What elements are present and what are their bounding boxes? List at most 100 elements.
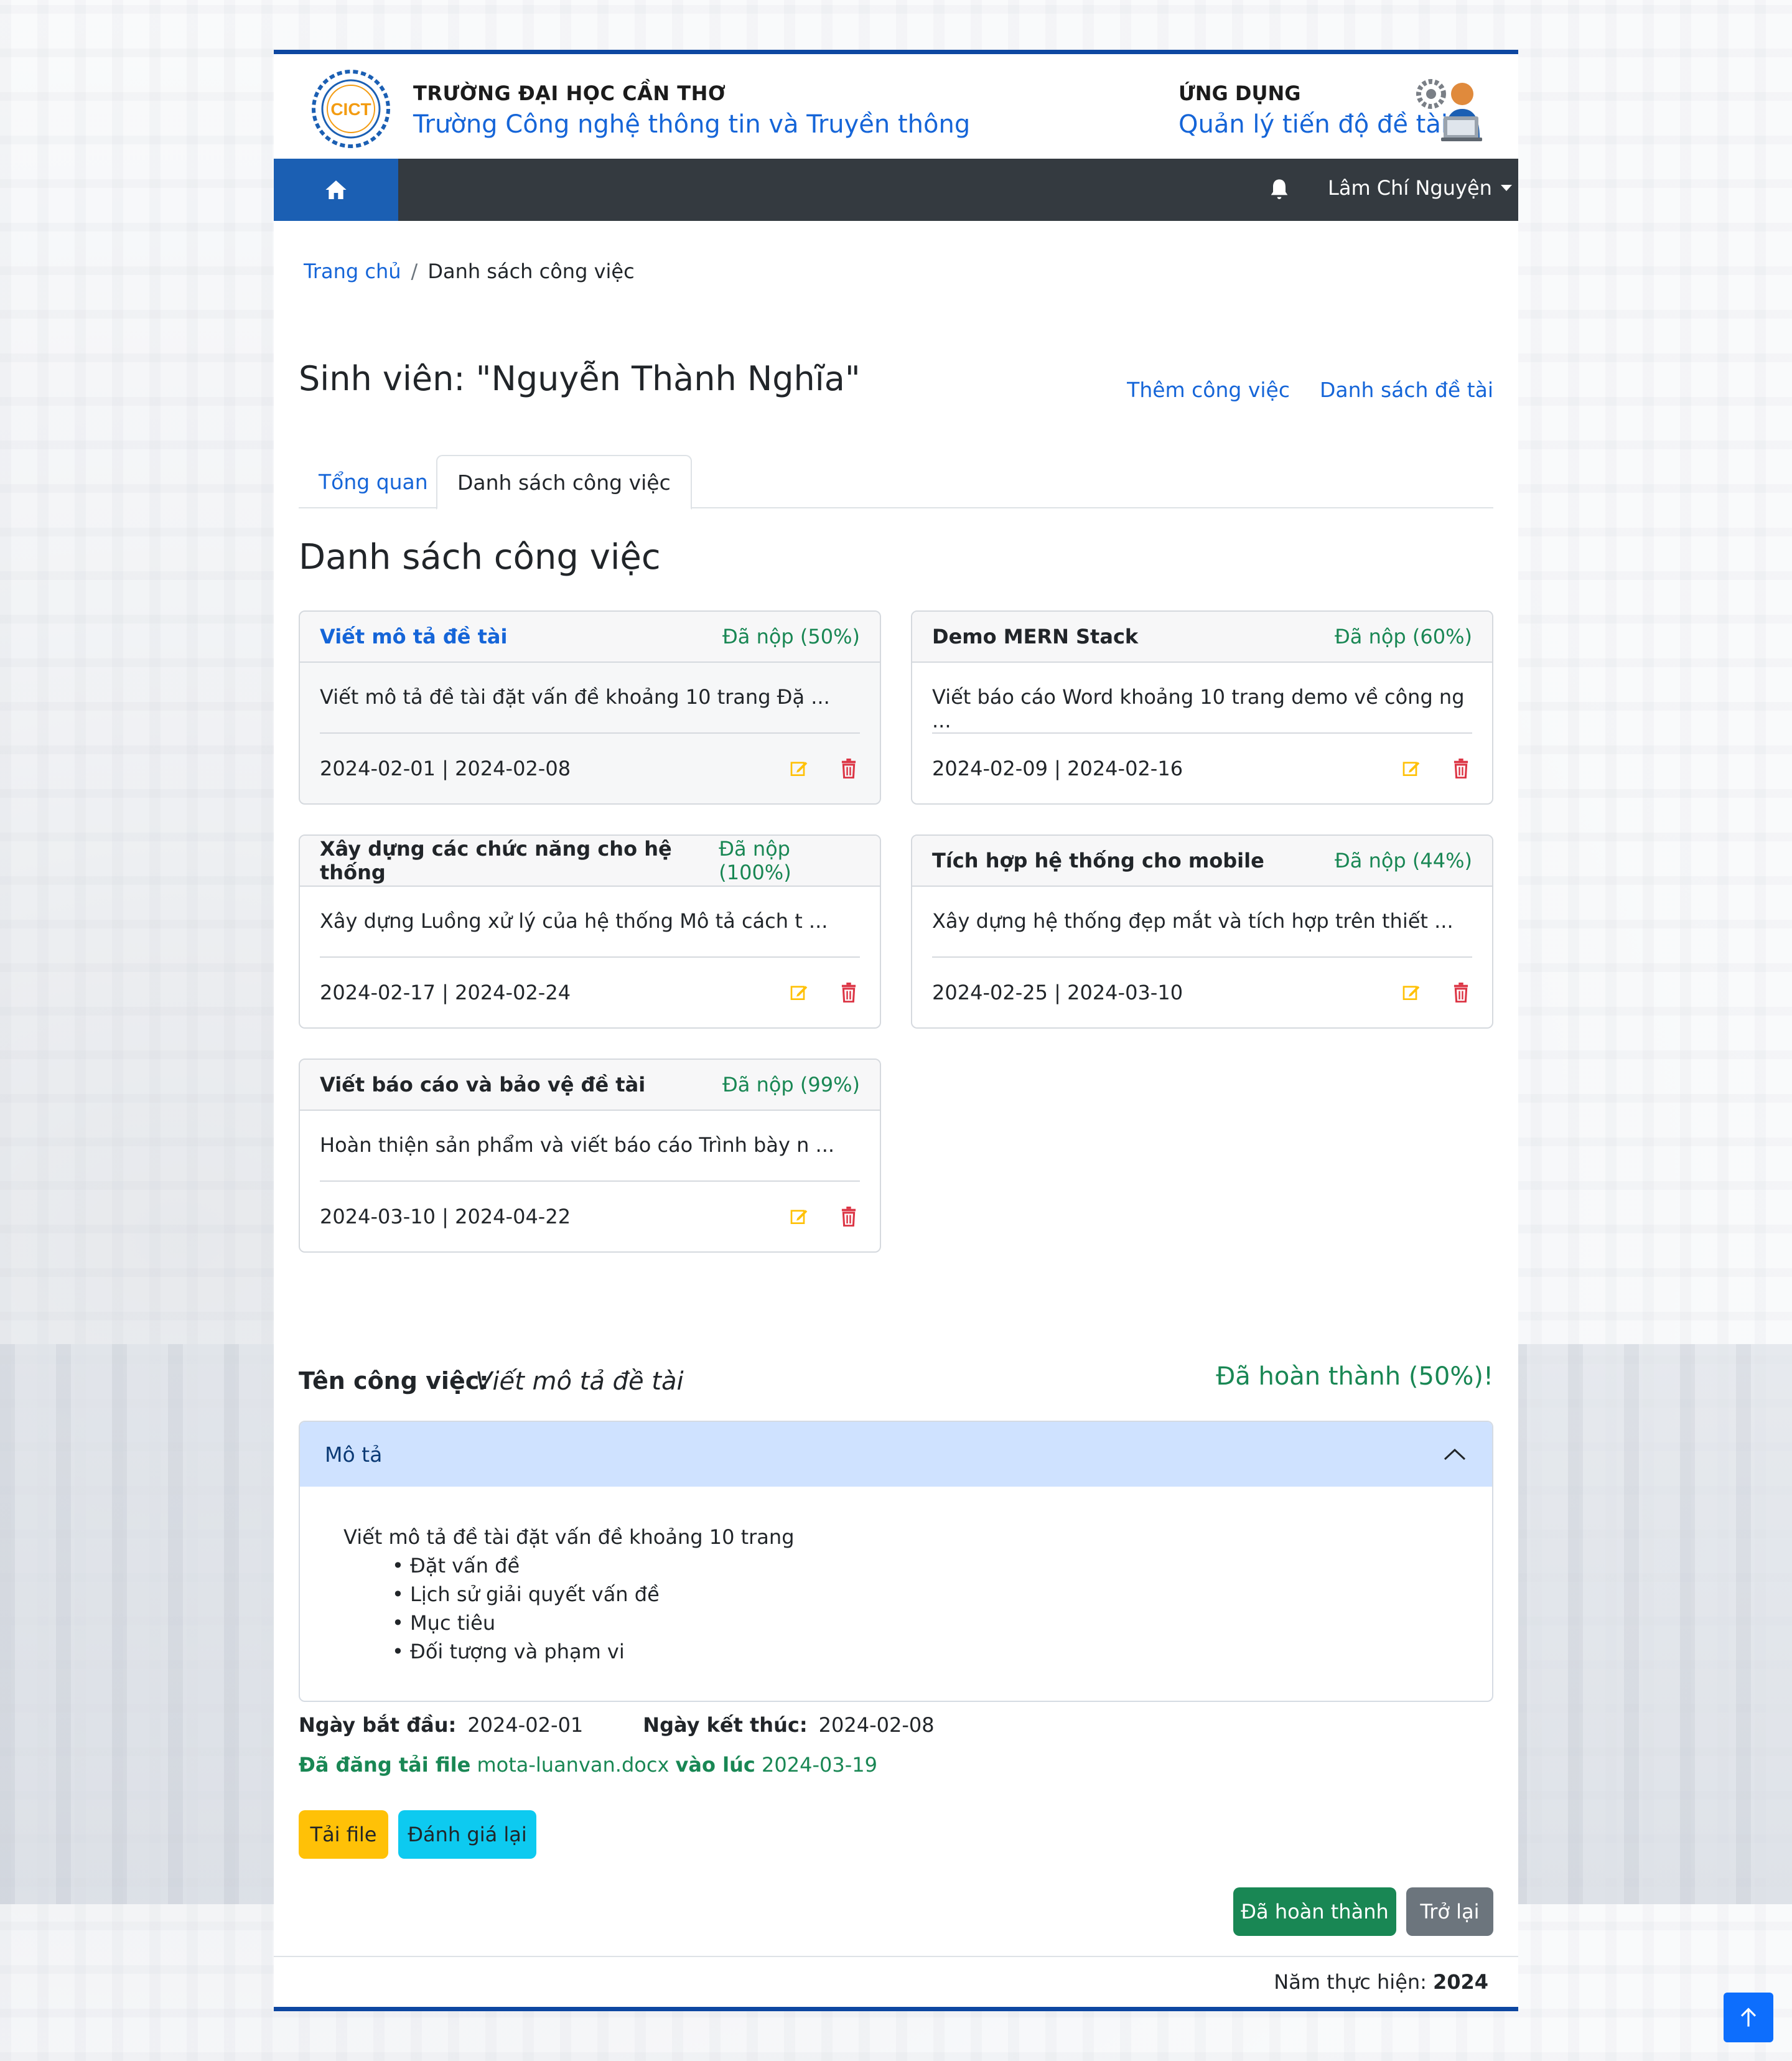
breadcrumb-home-link[interactable]: Trang chủ (304, 259, 401, 283)
tab-overview[interactable]: Tổng quan (299, 455, 448, 508)
tab-task-list[interactable]: Danh sách công việc (436, 455, 692, 510)
top-navbar: Lâm Chí Nguyện (274, 159, 1518, 221)
task-card-header: Xây dựng các chức năng cho hệ thống Đã n… (300, 836, 880, 887)
breadcrumb-current: Danh sách công việc (427, 259, 635, 283)
task-card[interactable]: Viết báo cáo và bảo vệ đề tài Đã nộp (99… (299, 1059, 881, 1253)
cict-logo: CICT (312, 70, 390, 148)
caret-down-icon (1500, 185, 1512, 191)
breadcrumb: Trang chủ / Danh sách công việc (304, 259, 635, 283)
back-button[interactable]: Trở lại (1406, 1887, 1493, 1936)
list-item: Lịch sử giải quyết vấn đề (392, 1580, 1449, 1609)
logo-text: CICT (330, 100, 371, 119)
task-description: Viết mô tả đề tài đặt vấn đề khoảng 10 t… (320, 685, 830, 709)
app-title: Quản lý tiến độ đề tài (1178, 110, 1448, 139)
task-description: Xây dựng Luồng xử lý của hệ thống Mô tả … (320, 909, 828, 933)
breadcrumb-separator: / (411, 259, 418, 283)
task-title[interactable]: Tích hợp hệ thống cho mobile (932, 849, 1264, 872)
accordion-title: Mô tả (325, 1442, 383, 1467)
task-title[interactable]: Demo MERN Stack (932, 625, 1138, 648)
task-name-label: Tên công việc: (299, 1367, 489, 1395)
edit-icon[interactable] (788, 981, 810, 1004)
section-title: Danh sách công việc (299, 537, 661, 577)
task-title[interactable]: Xây dựng các chức năng cho hệ thống (320, 837, 719, 884)
trash-icon[interactable] (838, 1205, 860, 1228)
trash-icon[interactable] (1450, 757, 1472, 780)
task-card-header: Viết báo cáo và bảo vệ đề tài Đã nộp (99… (300, 1060, 880, 1111)
list-item: Đối tượng và phạm vi (392, 1637, 1449, 1666)
task-description: Xây dựng hệ thống đẹp mắt và tích hợp tr… (932, 909, 1454, 933)
task-description: Hoàn thiện sản phẩm và viết báo cáo Trìn… (320, 1133, 835, 1157)
description-intro: Viết mô tả đề tài đặt vấn đề khoảng 10 t… (343, 1525, 795, 1549)
page-title: Sinh viên: "Nguyễn Thành Nghĩa" (299, 359, 861, 398)
chevron-up-icon (1444, 1448, 1466, 1460)
download-file-button[interactable]: Tải file (299, 1810, 388, 1859)
trash-icon[interactable] (838, 757, 860, 780)
start-date-value: 2024-02-01 (467, 1713, 584, 1737)
task-title[interactable]: Viết mô tả đề tài (320, 625, 507, 648)
page-footer: Năm thực hiện: 2024 (274, 1956, 1518, 2007)
user-menu-dropdown[interactable]: Lâm Chí Nguyện (1328, 176, 1512, 200)
scroll-to-top-button[interactable] (1724, 1993, 1773, 2042)
start-date-label: Ngày bắt đầu: (299, 1713, 457, 1737)
task-status: Đã nộp (50%) (722, 625, 860, 648)
task-status: Đã nộp (100%) (719, 837, 791, 884)
trash-icon[interactable] (1450, 981, 1472, 1004)
upload-prefix: Đã đăng tải file (299, 1753, 471, 1777)
app-label: ỨNG DỤNG (1178, 82, 1301, 105)
task-actions (788, 757, 860, 780)
task-status: Đã nộp (44%) (1334, 849, 1472, 872)
edit-icon[interactable] (788, 1205, 810, 1228)
task-card-header: Tích hợp hệ thống cho mobile Đã nộp (44%… (912, 836, 1492, 887)
task-title[interactable]: Viết báo cáo và bảo vệ đề tài (320, 1073, 645, 1096)
task-actions (1400, 757, 1472, 780)
task-card-footer: 2024-03-10 | 2024-04-22 (300, 1182, 880, 1251)
task-card-footer: 2024-02-09 | 2024-02-16 (912, 734, 1492, 803)
description-list: Đặt vấn đề Lịch sử giải quyết vấn đề Mục… (392, 1551, 1449, 1666)
edit-icon[interactable] (1400, 981, 1422, 1004)
task-card[interactable]: Tích hợp hệ thống cho mobile Đã nộp (44%… (911, 834, 1493, 1029)
app-name: ỨNG DỤNG Quản lý tiến độ đề tài (1178, 82, 1448, 139)
task-actions (788, 1205, 860, 1228)
complete-button[interactable]: Đã hoàn thành (1233, 1887, 1396, 1936)
task-status: Đã nộp (99%) (722, 1073, 860, 1096)
home-button[interactable] (274, 159, 398, 221)
task-description: Viết báo cáo Word khoảng 10 trang demo v… (932, 685, 1465, 732)
upload-mid: vào lúc (675, 1753, 755, 1777)
task-card[interactable]: Demo MERN Stack Đã nộp (60%) Viết báo cá… (911, 610, 1493, 805)
footer-year: 2024 (1432, 1970, 1488, 1994)
gear-user-laptop-icon (1416, 79, 1482, 141)
task-dates: 2024-02-09 | 2024-02-16 (932, 757, 1183, 780)
accordion-header[interactable]: Mô tả (300, 1422, 1492, 1487)
bell-icon[interactable] (1267, 177, 1292, 202)
description-accordion: Mô tả Viết mô tả đề tài đặt vấn đề khoản… (299, 1421, 1493, 1702)
add-task-link[interactable]: Thêm công việc (1127, 378, 1290, 402)
footer-label: Năm thực hiện: (1274, 1970, 1427, 1994)
edit-icon[interactable] (788, 757, 810, 780)
task-card-header: Demo MERN Stack Đã nộp (60%) (912, 612, 1492, 663)
task-dates-row: Ngày bắt đầu: 2024-02-01 Ngày kết thúc: … (299, 1713, 935, 1737)
task-dates: 2024-02-25 | 2024-03-10 (932, 981, 1183, 1004)
page-container: CICT TRƯỜNG ĐẠI HỌC CẦN THƠ Trường Công … (274, 50, 1518, 2011)
task-card[interactable]: Viết mô tả đề tài Đã nộp (50%) Viết mô t… (299, 610, 881, 805)
task-actions (788, 981, 860, 1004)
end-date-label: Ngày kết thúc: (643, 1713, 808, 1737)
edit-icon[interactable] (1400, 757, 1422, 780)
list-item: Đặt vấn đề (392, 1551, 1449, 1580)
task-card-header: Viết mô tả đề tài Đã nộp (50%) (300, 612, 880, 663)
task-dates: 2024-03-10 | 2024-04-22 (320, 1205, 571, 1228)
task-status: Đã nộp (60%) (1334, 625, 1472, 648)
upload-date: 2024-03-19 (762, 1753, 877, 1777)
end-date-value: 2024-02-08 (818, 1713, 935, 1737)
school-name: TRƯỜNG ĐẠI HỌC CẦN THƠ Trường Công nghệ … (413, 82, 970, 139)
completion-status: Đã hoàn thành (50%)! (1216, 1362, 1493, 1391)
list-item: Mục tiêu (392, 1609, 1449, 1637)
task-card-footer: 2024-02-01 | 2024-02-08 (300, 734, 880, 803)
reevaluate-button[interactable]: Đánh giá lại (398, 1810, 536, 1859)
task-dates: 2024-02-01 | 2024-02-08 (320, 757, 571, 780)
task-card[interactable]: Xây dựng các chức năng cho hệ thống Đã n… (299, 834, 881, 1029)
university-name: TRƯỜNG ĐẠI HỌC CẦN THƠ (413, 82, 726, 105)
topic-list-link[interactable]: Danh sách đề tài (1320, 378, 1493, 402)
upload-file-name: mota-luanvan.docx (477, 1753, 670, 1777)
trash-icon[interactable] (838, 981, 860, 1004)
upload-info: Đã đăng tải file mota-luanvan.docx vào l… (299, 1753, 877, 1777)
